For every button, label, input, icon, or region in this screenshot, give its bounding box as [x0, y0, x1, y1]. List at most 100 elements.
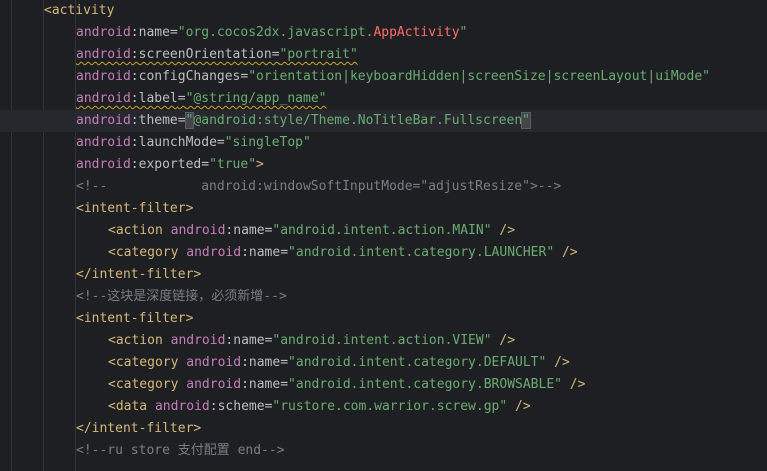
- code-token: "portrait": [279, 47, 358, 62]
- code-token: :: [241, 355, 249, 370]
- code-token: :: [130, 25, 139, 40]
- code-token: name: [248, 355, 281, 370]
- code-line-text: android:label="@string/app_name": [76, 88, 326, 110]
- code-line-text: android:configChanges="orientation|keybo…: [76, 66, 710, 88]
- code-line[interactable]: <action android:name="android.intent.act…: [0, 220, 767, 242]
- code-token: =: [280, 245, 289, 260]
- code-line-text: android:screenOrientation="portrait": [76, 44, 358, 66]
- code-line-text: <intent-filter>: [76, 308, 193, 330]
- code-line[interactable]: <!-- android:windowSoftInputMode="adjust…: [0, 176, 767, 198]
- code-token: :: [130, 91, 139, 106]
- code-line-text: android:launchMode="singleTop": [76, 132, 311, 154]
- code-line-text: <activity: [44, 0, 114, 22]
- code-token: :: [241, 377, 249, 392]
- code-token: "android.intent.action.VIEW": [272, 333, 492, 348]
- code-token: <intent-filter>: [76, 311, 194, 326]
- code-token: theme: [138, 113, 178, 128]
- code-token: launchMode: [138, 135, 217, 150]
- code-line[interactable]: <!--这块是深度链接，必须新增-->: [0, 286, 767, 308]
- code-token: exported: [138, 157, 202, 172]
- code-line[interactable]: <!--ru store 支付配置 end-->: [0, 440, 767, 462]
- code-line-text: </intent-filter>: [76, 418, 201, 440]
- code-line-text: android:name="org.cocos2dx.javascript.Ap…: [76, 22, 467, 44]
- code-token: scheme: [217, 399, 265, 414]
- code-token: <!-- android:windowSoftInputMode="adjust…: [76, 179, 562, 194]
- code-token: :: [209, 399, 218, 414]
- code-token: <!--ru store 支付配置 end-->: [76, 443, 285, 458]
- code-line[interactable]: android:name="org.cocos2dx.javascript.Ap…: [0, 22, 767, 44]
- code-token: android: [76, 135, 131, 150]
- code-token: "android.intent.category.BROWSABLE": [288, 377, 562, 392]
- code-token: <!--这块是深度链接，必须新增-->: [76, 289, 287, 304]
- code-token: =: [169, 25, 178, 40]
- code-token: =: [177, 113, 186, 128]
- code-token: android: [76, 157, 131, 172]
- code-line-text: android:theme= "@android:style/Theme.NoTi…: [76, 110, 531, 132]
- code-line-text: <action android:name="android.intent.act…: [108, 330, 515, 352]
- code-line[interactable]: android:launchMode="singleTop": [0, 132, 767, 154]
- code-token: <intent-filter>: [76, 201, 194, 216]
- code-line[interactable]: <activity: [0, 0, 767, 22]
- code-line[interactable]: android:label="@string/app_name": [0, 88, 767, 110]
- code-token: android: [76, 91, 131, 106]
- code-token: >: [256, 157, 264, 172]
- code-token: <action: [108, 333, 171, 348]
- code-line[interactable]: <category android:name="android.intent.c…: [0, 242, 767, 264]
- code-line[interactable]: android:exported="true">: [0, 154, 767, 176]
- code-line[interactable]: </intent-filter>: [0, 418, 767, 440]
- code-line-text: android:exported="true">: [76, 154, 264, 176]
- code-line-text: </intent-filter>: [76, 264, 201, 286]
- code-line[interactable]: <action android:name="android.intent.act…: [0, 330, 767, 352]
- code-token: :: [241, 245, 249, 260]
- code-token: />: [554, 245, 578, 260]
- code-line-text: <intent-filter>: [76, 198, 193, 220]
- code-token: "true": [209, 157, 257, 172]
- code-token: android: [76, 113, 131, 128]
- code-token: "android.intent.category.DEFAULT": [288, 355, 547, 370]
- code-token: <action: [108, 223, 171, 238]
- code-token: android: [154, 399, 210, 414]
- code-token: "org.cocos2dx.javascript.: [177, 25, 374, 40]
- code-token: />: [491, 223, 516, 238]
- code-token: :: [130, 69, 139, 84]
- code-line[interactable]: <intent-filter>: [0, 308, 767, 330]
- code-line-text: <category android:name="android.intent.c…: [108, 242, 578, 264]
- code-token: "@string/app_name": [185, 91, 327, 106]
- code-line-text: <data android:scheme="rustore.com.warrio…: [108, 396, 531, 418]
- code-token: =: [280, 355, 289, 370]
- code-line[interactable]: <category android:name="android.intent.c…: [0, 352, 767, 374]
- code-token: <category: [108, 377, 187, 392]
- code-token: />: [561, 377, 586, 392]
- code-token: ": [521, 112, 531, 129]
- code-token: <category: [108, 355, 187, 370]
- code-token: =: [177, 91, 186, 106]
- code-editor[interactable]: <activity android:name="org.cocos2dx.java…: [0, 0, 767, 471]
- code-token: :: [130, 47, 139, 62]
- code-line[interactable]: android:screenOrientation="portrait": [0, 44, 767, 66]
- code-token: />: [507, 399, 531, 414]
- code-token: android: [186, 355, 242, 370]
- code-line-text: <!-- android:windowSoftInputMode="adjust…: [76, 176, 561, 198]
- code-token: />: [546, 355, 570, 370]
- code-token: android: [76, 69, 131, 84]
- code-token: </intent-filter>: [76, 267, 202, 282]
- code-line-text: <!--这块是深度链接，必须新增-->: [76, 286, 287, 308]
- code-token: <: [44, 3, 52, 18]
- code-line[interactable]: <intent-filter>: [0, 198, 767, 220]
- code-line[interactable]: <data android:scheme="rustore.com.warrio…: [0, 396, 767, 418]
- code-token: ": [459, 25, 468, 40]
- code-token: </intent-filter>: [76, 421, 202, 436]
- code-line[interactable]: android:configChanges="orientation|keybo…: [0, 66, 767, 88]
- code-token: "rustore.com.warrior.screw.gp": [272, 399, 508, 414]
- code-line-text: <category android:name="android.intent.c…: [108, 352, 570, 374]
- code-token: name: [233, 333, 265, 348]
- code-token: android: [76, 47, 131, 62]
- code-token: AppActivity: [373, 25, 460, 40]
- code-token: name: [233, 223, 265, 238]
- code-line[interactable]: <category android:name="android.intent.c…: [0, 374, 767, 396]
- code-line[interactable]: android:theme= "@android:style/Theme.NoTi…: [0, 110, 767, 132]
- code-token: configChanges: [138, 69, 241, 84]
- code-line-text: <action android:name="android.intent.act…: [108, 220, 515, 242]
- code-line[interactable]: </intent-filter>: [0, 264, 767, 286]
- code-token: =: [271, 47, 280, 62]
